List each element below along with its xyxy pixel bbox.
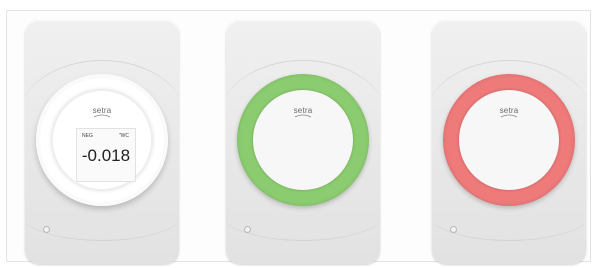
display-face: setra NEG "WC -0.018 bbox=[52, 90, 152, 190]
status-led-icon bbox=[450, 226, 457, 233]
status-led-icon bbox=[43, 226, 50, 233]
brand-logo: setra bbox=[459, 106, 559, 119]
pressure-reading: -0.018 bbox=[81, 146, 131, 165]
status-ring-white[interactable]: setra NEG "WC -0.018 bbox=[36, 74, 168, 206]
brand-logo: setra bbox=[52, 106, 152, 119]
brand-logo: setra bbox=[253, 106, 353, 119]
pressure-monitor-normal: setra bbox=[226, 20, 380, 264]
lcd-screen: NEG "WC -0.018 bbox=[76, 128, 136, 182]
pressure-monitor-alarm: setra bbox=[432, 20, 586, 264]
display-face: setra bbox=[459, 90, 559, 190]
display-face: setra bbox=[253, 90, 353, 190]
status-ring-green[interactable]: setra bbox=[237, 74, 369, 206]
pressure-direction-label: NEG bbox=[82, 133, 93, 139]
status-ring-red[interactable]: setra bbox=[443, 74, 575, 206]
pressure-unit-label: "WC bbox=[118, 133, 129, 139]
pressure-monitor-display: setra NEG "WC -0.018 bbox=[25, 20, 179, 264]
status-led-icon bbox=[244, 226, 251, 233]
